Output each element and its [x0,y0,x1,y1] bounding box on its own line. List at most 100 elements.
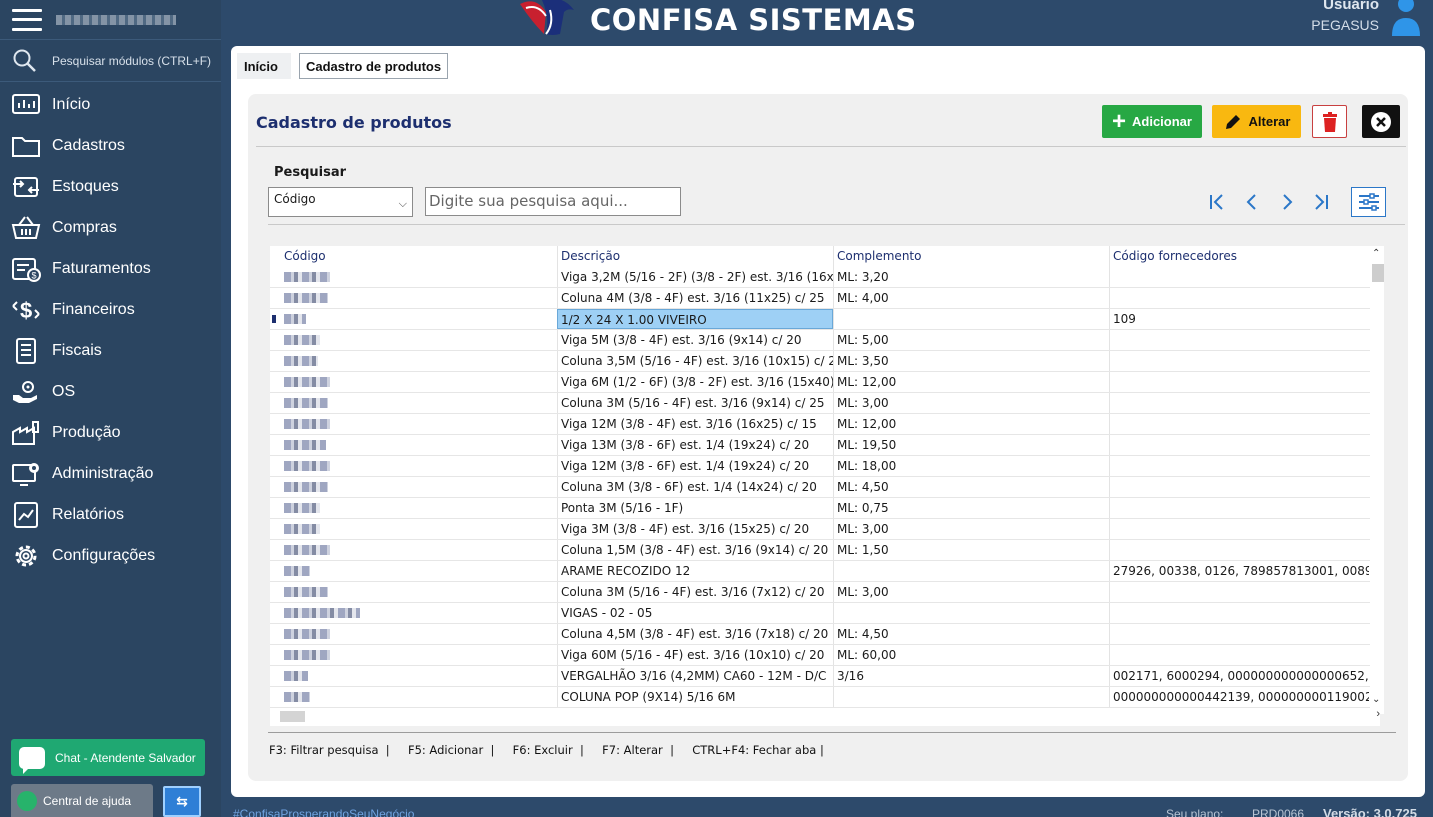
products-grid[interactable]: Código Descrição Complemento Código forn… [270,246,1380,726]
delete-button[interactable] [1312,105,1347,138]
next-page-icon[interactable] [1275,190,1299,214]
column-options-button[interactable] [1351,187,1386,217]
cell-complemento [833,603,1109,623]
keyboard-shortcuts: F3: Filtrar pesquisa | F5: Adicionar | F… [269,743,824,757]
table-row[interactable]: Coluna 4M (3/8 - 4F) est. 3/16 (11x25) c… [270,288,1380,309]
cell-complemento: ML: 3,00 [833,519,1109,539]
scroll-down-icon[interactable]: ⌄ [1372,694,1380,705]
sidebar-item-fiscais[interactable]: Fiscais [0,330,221,371]
footer-hashtag[interactable]: #ConfisaProsperandoSeuNegócio [233,807,414,817]
chat-button[interactable]: Chat - Atendente Salvador [11,739,205,776]
cell-descricao: Coluna 4M (3/8 - 4F) est. 3/16 (11x25) c… [557,288,833,308]
gear-icon [10,542,42,570]
add-button[interactable]: + Adicionar [1102,105,1202,138]
cell-descricao: Viga 13M (3/8 - 6F) est. 1/4 (19x24) c/ … [557,435,833,455]
table-row[interactable]: Viga 6M (1/2 - 6F) (3/8 - 2F) est. 3/16 … [270,372,1380,393]
table-row[interactable]: 1/2 X 24 X 1.00 VIVEIRO 109 [270,309,1380,330]
search-input[interactable]: Digite sua pesquisa aqui... [425,187,681,216]
vertical-scrollbar[interactable]: ⌃ ⌄ [1370,246,1384,714]
table-row[interactable]: Coluna 3M (5/16 - 4F) est. 3/16 (7x12) c… [270,582,1380,603]
column-header-codigo[interactable]: Código [270,246,557,267]
cell-descricao: COLUNA POP (9X14) 5/16 6M [557,687,833,707]
user-avatar-icon[interactable] [1391,0,1421,38]
cell-descricao: Ponta 3M (5/16 - 1F) [557,498,833,518]
invoice-icon: $ [10,255,42,283]
table-row[interactable]: Viga 12M (3/8 - 4F) est. 3/16 (16x25) c/… [270,414,1380,435]
sidebar-item-producao[interactable]: Produção [0,412,221,453]
module-search-placeholder: Pesquisar módulos (CTRL+F) [52,53,212,68]
table-row[interactable]: Coluna 3M (3/8 - 6F) est. 1/4 (14x24) c/… [270,477,1380,498]
table-row[interactable]: Coluna 1,5M (3/8 - 4F) est. 3/16 (9x14) … [270,540,1380,561]
sidebar-item-os[interactable]: OS [0,371,221,412]
search-field-select[interactable]: Código ⌵ [268,187,413,217]
cell-codigo-fornecedores [1109,330,1369,350]
cell-complemento: ML: 4,50 [833,624,1109,644]
table-row[interactable]: Viga 12M (3/8 - 6F) est. 1/4 (19x24) c/ … [270,456,1380,477]
sidebar-item-relatorios[interactable]: Relatórios [0,494,221,535]
edit-button[interactable]: Alterar [1212,105,1301,138]
blurred-code [284,482,328,492]
brand-logo: CONFISA SISTEMAS [516,0,917,40]
previous-page-icon[interactable] [1240,190,1264,214]
cell-descricao: VERGALHÃO 3/16 (4,2MM) CA60 - 12M - D/C [557,666,833,686]
sidebar-item-label: Cadastros [52,136,125,154]
column-header-codigo-fornecedores[interactable]: Código fornecedores [1109,246,1369,267]
hscroll-thumb[interactable] [280,711,305,722]
chat-bubble-icon [19,746,45,774]
blurred-code [284,629,330,639]
sidebar-item-estoques[interactable]: Estoques [0,166,221,207]
table-row[interactable]: VIGAS - 02 - 05 [270,603,1380,624]
sidebar-item-administracao[interactable]: Administração [0,453,221,494]
table-row[interactable]: Coluna 3M (5/16 - 4F) est. 3/16 (9x14) c… [270,393,1380,414]
hamburger-menu-icon[interactable] [12,8,42,31]
table-row[interactable]: Coluna 4,5M (3/8 - 4F) est. 3/16 (7x18) … [270,624,1380,645]
user-info[interactable]: Usuário PEGASUS [1311,0,1379,33]
cell-descricao: Viga 3,2M (5/16 - 2F) (3/8 - 2F) est. 3/… [557,267,833,287]
cell-complemento: ML: 3,20 [833,267,1109,287]
scroll-thumb[interactable] [1372,264,1384,282]
sidebar-item-financeiros[interactable]: $ Financeiros [0,289,221,330]
column-header-complemento[interactable]: Complemento [833,246,1109,267]
sidebar-item-cadastros[interactable]: Cadastros [0,125,221,166]
sidebar-item-label: Produção [52,423,121,441]
close-button[interactable] [1362,105,1400,138]
scroll-right-icon[interactable]: › [1376,708,1380,720]
help-center-button[interactable]: Central de ajuda [11,784,153,817]
module-search[interactable]: Pesquisar módulos (CTRL+F) [0,40,221,82]
edit-label: Alterar [1248,114,1291,129]
scroll-up-icon[interactable]: ⌃ [1372,248,1380,259]
sidebar-item-configuracoes[interactable]: Configurações [0,535,221,576]
table-row[interactable]: Viga 3M (3/8 - 4F) est. 3/16 (15x25) c/ … [270,519,1380,540]
sidebar-item-faturamentos[interactable]: $ Faturamentos [0,248,221,289]
table-row[interactable]: Ponta 3M (5/16 - 1F) ML: 0,75 [270,498,1380,519]
column-header-descricao[interactable]: Descrição [557,246,833,267]
table-row[interactable]: Viga 5M (3/8 - 4F) est. 3/16 (9x14) c/ 2… [270,330,1380,351]
cell-codigo [270,330,557,350]
tab-cadastro-produtos[interactable]: Cadastro de produtos [299,53,449,79]
table-row[interactable]: Viga 13M (3/8 - 6F) est. 1/4 (19x24) c/ … [270,435,1380,456]
blurred-code [284,314,306,324]
dashboard-icon [10,91,42,119]
sidebar-item-compras[interactable]: Compras [0,207,221,248]
table-row[interactable]: Viga 3,2M (5/16 - 2F) (3/8 - 2F) est. 3/… [270,267,1380,288]
table-row[interactable]: Viga 60M (5/16 - 4F) est. 3/16 (10x10) c… [270,645,1380,666]
last-page-icon[interactable] [1309,190,1333,214]
cell-codigo-fornecedores [1109,645,1369,665]
grid-header: Código Descrição Complemento Código forn… [270,246,1380,267]
table-row[interactable]: Coluna 3,5M (5/16 - 4F) est. 3/16 (10x15… [270,351,1380,372]
cell-descricao: Coluna 3M (5/16 - 4F) est. 3/16 (7x12) c… [557,582,833,602]
table-row[interactable]: VERGALHÃO 3/16 (4,2MM) CA60 - 12M - D/C 3… [270,666,1380,687]
sidebar-item-inicio[interactable]: Início [0,84,221,125]
pegasus-logo-icon [520,0,574,35]
cell-codigo [270,561,557,581]
cell-codigo-fornecedores [1109,288,1369,308]
table-row[interactable]: ARAME RECOZIDO 12 27926, 00338, 0126, 789… [270,561,1380,582]
horizontal-scrollbar[interactable]: › [270,708,1380,722]
cell-codigo [270,414,557,434]
swap-arrows-icon[interactable]: ⇆ [163,786,201,817]
table-row[interactable]: COLUNA POP (9X14) 5/16 6M 000000000000442… [270,687,1380,708]
sidebar-item-label: Início [52,95,91,113]
first-page-icon[interactable] [1205,190,1229,214]
tab-inicio[interactable]: Início [237,53,291,79]
cell-codigo [270,540,557,560]
